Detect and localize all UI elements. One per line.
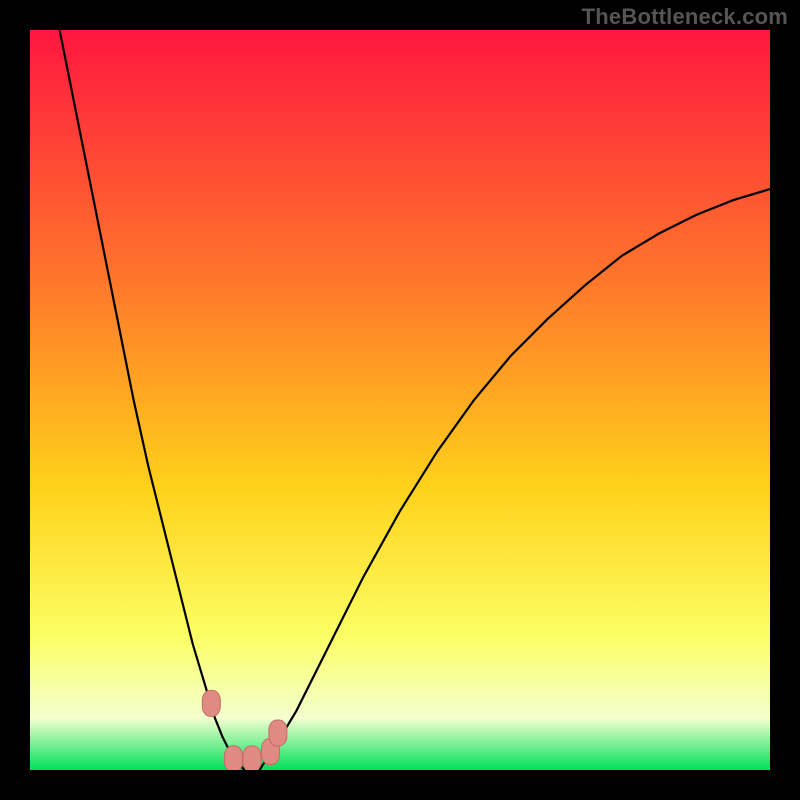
chart-svg — [30, 30, 770, 770]
plot-area — [30, 30, 770, 770]
marker-point — [202, 690, 220, 716]
marker-point — [269, 720, 287, 746]
marker-point — [225, 746, 243, 770]
watermark-text: TheBottleneck.com — [582, 4, 788, 30]
marker-point — [243, 746, 261, 770]
chart-frame: TheBottleneck.com — [0, 0, 800, 800]
gradient-bg — [30, 30, 770, 770]
